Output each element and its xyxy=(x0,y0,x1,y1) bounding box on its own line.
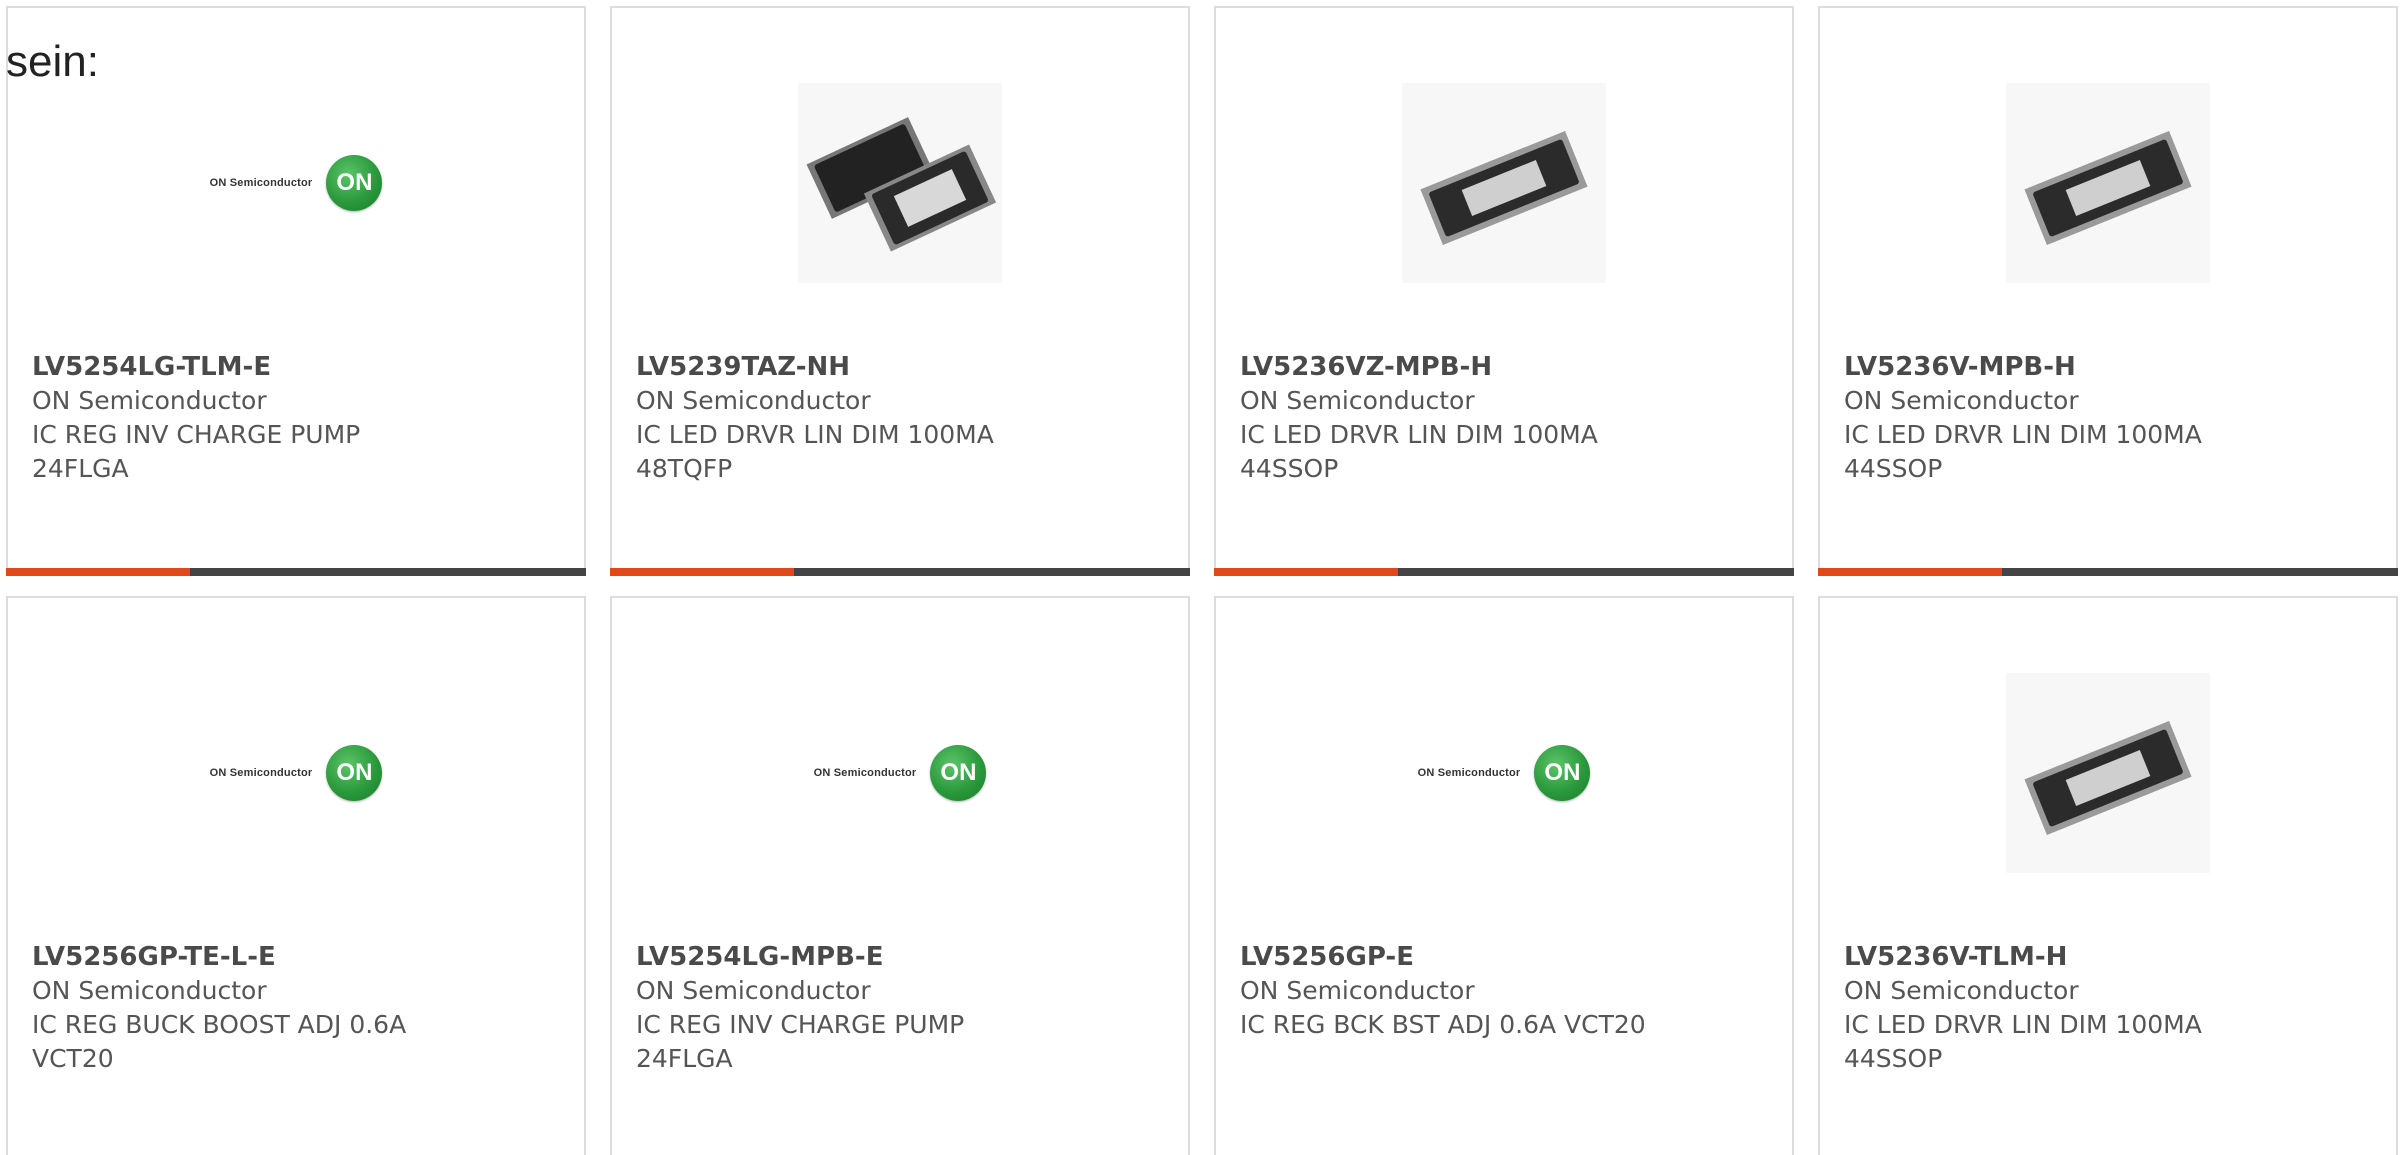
logo-brand-name: ON Semiconductor xyxy=(1417,767,1521,779)
product-card[interactable]: ON Semiconductor ON LV5254LG-MPB-E ON Se… xyxy=(610,596,1190,1155)
manufacturer: ON Semiconductor xyxy=(636,976,871,1005)
on-semiconductor-logo: ON Semiconductor ON xyxy=(1418,745,1591,801)
card-bottom-bar xyxy=(610,568,1190,576)
description-line-2: 24FLGA xyxy=(32,454,129,483)
manufacturer: ON Semiconductor xyxy=(1240,386,1475,415)
ssop-chip-photo xyxy=(2006,83,2210,283)
part-number[interactable]: LV5256GP-E xyxy=(1240,940,1768,974)
product-image xyxy=(1820,78,2396,288)
description-line-1: IC REG INV CHARGE PUMP xyxy=(636,1010,965,1039)
product-image: ON Semiconductor ON xyxy=(612,668,1188,878)
logo-on-circle: ON xyxy=(326,155,383,211)
logo-on-circle: ON xyxy=(1534,745,1591,801)
logo-brand-name: ON Semiconductor xyxy=(813,767,917,779)
product-image: ON Semiconductor ON xyxy=(1216,668,1792,878)
product-card[interactable]: LV5236V-MPB-H ON Semiconductor IC LED DR… xyxy=(1818,6,2398,576)
tqfp-chip-photo xyxy=(798,83,1002,283)
part-number[interactable]: LV5254LG-MPB-E xyxy=(636,940,1164,974)
part-number[interactable]: LV5254LG-TLM-E xyxy=(32,350,560,384)
card-bottom-bar xyxy=(1214,568,1794,576)
product-card[interactable]: ON Semiconductor ON LV5256GP-E ON Semico… xyxy=(1214,596,1794,1155)
product-info: LV5256GP-E ON Semiconductor IC REG BCK B… xyxy=(1240,940,1768,1042)
product-card[interactable]: LV5239TAZ-NH ON Semiconductor IC LED DRV… xyxy=(610,6,1190,576)
manufacturer: ON Semiconductor xyxy=(1240,976,1475,1005)
logo-on-circle: ON xyxy=(326,745,383,801)
description-line-2: VCT20 xyxy=(32,1044,114,1073)
product-info: LV5239TAZ-NH ON Semiconductor IC LED DRV… xyxy=(636,350,1164,486)
description-line-1: IC REG BUCK BOOST ADJ 0.6A xyxy=(32,1010,407,1039)
description-line-2: 44SSOP xyxy=(1844,454,1943,483)
product-grid: ON Semiconductor ON LV5254LG-TLM-E ON Se… xyxy=(6,6,2400,1155)
card-accent-segment xyxy=(1214,568,1398,576)
on-semiconductor-logo: ON Semiconductor ON xyxy=(814,745,987,801)
description-line-2: 48TQFP xyxy=(636,454,733,483)
ssop-chip-photo xyxy=(2006,673,2210,873)
logo-brand-name: ON Semiconductor xyxy=(209,767,313,779)
product-info: LV5256GP-TE-L-E ON Semiconductor IC REG … xyxy=(32,940,560,1076)
intro-text: sein: xyxy=(6,37,99,86)
card-accent-segment xyxy=(610,568,794,576)
product-grid-page: sein: ON Semiconductor ON LV5254LG-TLM-E… xyxy=(0,0,2400,1155)
part-number[interactable]: LV5239TAZ-NH xyxy=(636,350,1164,384)
part-number[interactable]: LV5256GP-TE-L-E xyxy=(32,940,560,974)
product-card[interactable]: ON Semiconductor ON LV5256GP-TE-L-E ON S… xyxy=(6,596,586,1155)
product-info: LV5254LG-MPB-E ON Semiconductor IC REG I… xyxy=(636,940,1164,1076)
on-semiconductor-logo: ON Semiconductor ON xyxy=(210,155,383,211)
part-number[interactable]: LV5236VZ-MPB-H xyxy=(1240,350,1768,384)
card-accent-segment xyxy=(6,568,190,576)
description-line-2: 44SSOP xyxy=(1844,1044,1943,1073)
card-bottom-bar xyxy=(6,568,586,576)
description-line-2: 24FLGA xyxy=(636,1044,733,1073)
manufacturer: ON Semiconductor xyxy=(32,976,267,1005)
manufacturer: ON Semiconductor xyxy=(1844,976,2079,1005)
description-line-1: IC REG BCK BST ADJ 0.6A VCT20 xyxy=(1240,1010,1646,1039)
manufacturer: ON Semiconductor xyxy=(32,386,267,415)
manufacturer: ON Semiconductor xyxy=(1844,386,2079,415)
description-line-1: IC REG INV CHARGE PUMP xyxy=(32,420,361,449)
card-accent-segment xyxy=(1818,568,2002,576)
product-image: ON Semiconductor ON xyxy=(8,78,584,288)
card-bottom-bar xyxy=(1818,568,2398,576)
product-image xyxy=(1820,668,2396,878)
description-line-2: 44SSOP xyxy=(1240,454,1339,483)
part-number[interactable]: LV5236V-MPB-H xyxy=(1844,350,2372,384)
product-info: LV5236V-TLM-H ON Semiconductor IC LED DR… xyxy=(1844,940,2372,1076)
on-semiconductor-logo: ON Semiconductor ON xyxy=(210,745,383,801)
description-line-1: IC LED DRVR LIN DIM 100MA xyxy=(1844,420,2202,449)
product-image: ON Semiconductor ON xyxy=(8,668,584,878)
product-card[interactable]: LV5236VZ-MPB-H ON Semiconductor IC LED D… xyxy=(1214,6,1794,576)
ssop-chip-photo xyxy=(1402,83,1606,283)
description-line-1: IC LED DRVR LIN DIM 100MA xyxy=(1240,420,1598,449)
product-info: LV5236VZ-MPB-H ON Semiconductor IC LED D… xyxy=(1240,350,1768,486)
description-line-1: IC LED DRVR LIN DIM 100MA xyxy=(1844,1010,2202,1039)
logo-brand-name: ON Semiconductor xyxy=(209,177,313,189)
product-image xyxy=(612,78,1188,288)
logo-on-circle: ON xyxy=(930,745,987,801)
product-info: LV5254LG-TLM-E ON Semiconductor IC REG I… xyxy=(32,350,560,486)
product-info: LV5236V-MPB-H ON Semiconductor IC LED DR… xyxy=(1844,350,2372,486)
manufacturer: ON Semiconductor xyxy=(636,386,871,415)
description-line-1: IC LED DRVR LIN DIM 100MA xyxy=(636,420,994,449)
product-image xyxy=(1216,78,1792,288)
product-card[interactable]: LV5236V-TLM-H ON Semiconductor IC LED DR… xyxy=(1818,596,2398,1155)
part-number[interactable]: LV5236V-TLM-H xyxy=(1844,940,2372,974)
